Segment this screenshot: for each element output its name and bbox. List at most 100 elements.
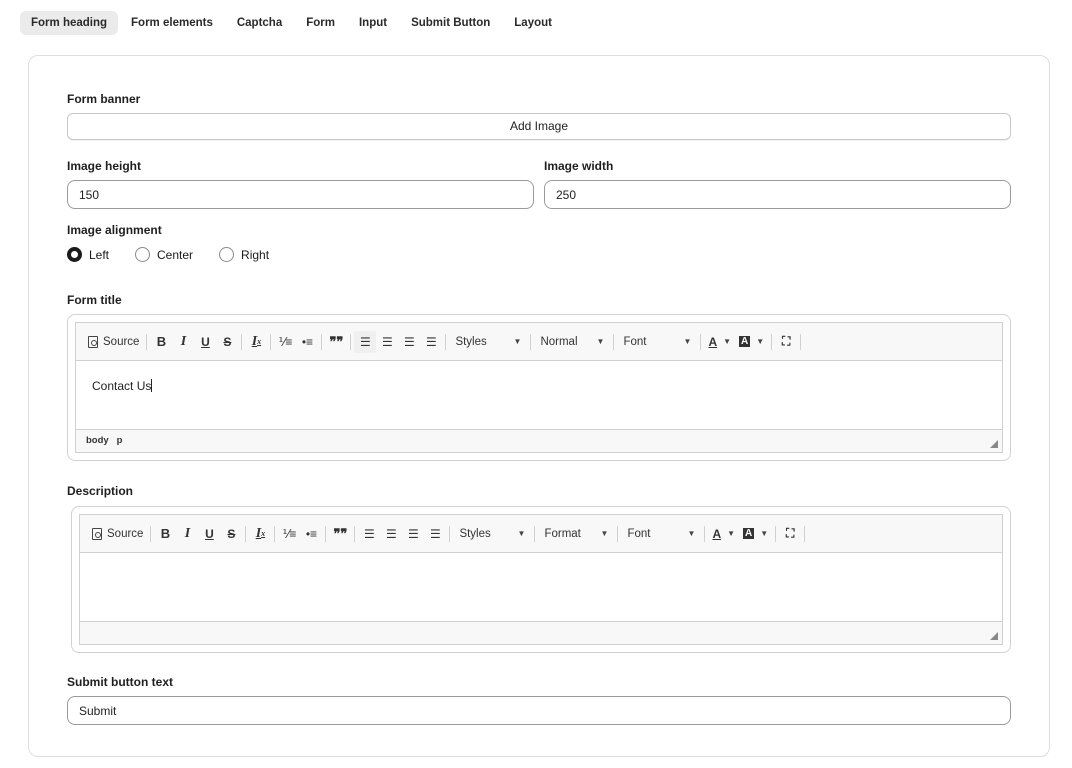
source-icon <box>88 335 98 348</box>
remove-format-button[interactable]: Ix <box>249 523 271 545</box>
radio-center[interactable]: Center <box>135 247 193 262</box>
form-title-label: Form title <box>67 293 122 307</box>
image-height-input[interactable] <box>67 180 534 209</box>
align-center-icon: ☰ <box>386 526 397 541</box>
description-content[interactable] <box>80 553 1002 623</box>
maximize-button[interactable]: ⛶ <box>775 331 797 353</box>
chevron-down-icon: ▼ <box>517 529 526 538</box>
divider <box>613 333 615 350</box>
resize-handle-icon[interactable] <box>990 440 998 448</box>
divider <box>146 333 148 350</box>
maximize-button[interactable]: ⛶ <box>779 523 801 545</box>
strikethrough-button[interactable]: S <box>220 523 242 545</box>
styles-dropdown[interactable]: Styles ▼ <box>453 523 531 545</box>
bold-button[interactable]: B <box>150 331 172 353</box>
align-left-button[interactable]: ☰ <box>358 523 380 545</box>
numbered-list-icon: ⅟≡ <box>278 334 293 349</box>
styles-dropdown[interactable]: Styles ▼ <box>449 331 527 353</box>
text-color-icon: A <box>712 526 722 541</box>
quote-icon: ❞❞ <box>333 525 348 541</box>
image-alignment-radio-group: Left Center Right <box>67 247 295 262</box>
radio-unchecked-icon[interactable] <box>135 247 151 262</box>
tab-layout[interactable]: Layout <box>503 11 563 35</box>
tab-captcha[interactable]: Captcha <box>226 11 293 35</box>
background-color-button[interactable]: A ▼ <box>735 331 768 353</box>
text-color-button[interactable]: A ▼ <box>708 523 739 545</box>
align-center-button[interactable]: ☰ <box>376 331 398 353</box>
divider <box>354 525 356 542</box>
source-button[interactable]: Source <box>88 523 147 545</box>
divider <box>800 333 802 350</box>
align-left-button[interactable]: ☰ <box>354 330 377 353</box>
italic-button[interactable]: I <box>176 523 198 545</box>
align-justify-icon: ☰ <box>426 334 437 349</box>
align-right-icon: ☰ <box>404 334 415 349</box>
source-button[interactable]: Source <box>84 331 143 353</box>
editor-path-bar <box>80 621 1002 644</box>
description-editor: Source B I U S Ix ⅟≡ •≡ ❞❞ ☰ ☰ ☰ ☰ Style… <box>79 514 1003 645</box>
background-color-icon: A <box>743 528 755 539</box>
blockquote-button[interactable]: ❞❞ <box>325 331 347 353</box>
chevron-down-icon: ▼ <box>596 337 605 346</box>
align-right-button[interactable]: ☰ <box>402 523 424 545</box>
text-color-button[interactable]: A ▼ <box>704 331 735 353</box>
strikethrough-button[interactable]: S <box>216 331 238 353</box>
text-cursor <box>151 379 153 392</box>
align-justify-button[interactable]: ☰ <box>424 523 446 545</box>
divider <box>150 525 152 542</box>
submit-text-input[interactable] <box>67 696 1011 725</box>
bold-button[interactable]: B <box>154 523 176 545</box>
image-width-input[interactable] <box>544 180 1011 209</box>
numbered-list-button[interactable]: ⅟≡ <box>278 523 300 545</box>
divider <box>700 333 702 350</box>
chevron-down-icon: ▼ <box>756 337 765 346</box>
divider <box>617 525 619 542</box>
divider <box>270 333 272 350</box>
underline-button[interactable]: U <box>198 523 220 545</box>
tab-submit-button[interactable]: Submit Button <box>400 11 501 35</box>
chevron-down-icon: ▼ <box>683 337 692 346</box>
align-center-button[interactable]: ☰ <box>380 523 402 545</box>
format-dropdown[interactable]: Format ▼ <box>538 523 614 545</box>
tab-form[interactable]: Form <box>295 11 346 35</box>
remove-format-button[interactable]: Ix <box>245 331 267 353</box>
divider <box>445 333 447 350</box>
bulleted-list-button[interactable]: •≡ <box>296 331 318 353</box>
font-dropdown[interactable]: Font ▼ <box>621 523 701 545</box>
add-image-button[interactable]: Add Image <box>67 113 1011 140</box>
radio-checked-icon[interactable] <box>67 247 82 262</box>
divider <box>804 525 806 542</box>
form-title-content[interactable]: Contact Us <box>76 361 1002 431</box>
editor-toolbar: Source B I U S Ix ⅟≡ •≡ ❞❞ ☰ ☰ ☰ ☰ Style… <box>80 515 1002 553</box>
align-left-icon: ☰ <box>360 334 371 349</box>
path-p[interactable]: p <box>117 435 123 446</box>
path-body[interactable]: body <box>86 435 109 446</box>
tab-form-heading[interactable]: Form heading <box>20 11 119 35</box>
text-color-icon: A <box>708 334 718 349</box>
radio-center-label: Center <box>157 247 194 262</box>
align-right-button[interactable]: ☰ <box>398 331 420 353</box>
background-color-button[interactable]: A ▼ <box>739 523 772 545</box>
tab-input[interactable]: Input <box>348 11 398 35</box>
radio-right-label: Right <box>241 247 270 262</box>
chevron-down-icon: ▼ <box>513 337 522 346</box>
radio-unchecked-icon[interactable] <box>219 247 235 262</box>
bulleted-list-button[interactable]: •≡ <box>300 523 322 545</box>
numbered-list-icon: ⅟≡ <box>282 526 297 541</box>
divider <box>771 333 773 350</box>
chevron-down-icon: ▼ <box>687 529 696 538</box>
numbered-list-button[interactable]: ⅟≡ <box>274 331 296 353</box>
divider <box>241 333 243 350</box>
underline-button[interactable]: U <box>194 331 216 353</box>
blockquote-button[interactable]: ❞❞ <box>329 523 351 545</box>
divider <box>325 525 327 542</box>
resize-handle-icon[interactable] <box>990 632 998 640</box>
radio-right[interactable]: Right <box>219 247 269 262</box>
italic-button[interactable]: I <box>172 331 194 353</box>
format-dropdown[interactable]: Normal ▼ <box>534 331 610 353</box>
background-color-icon: A <box>739 336 751 347</box>
align-justify-button[interactable]: ☰ <box>420 331 442 353</box>
tab-form-elements[interactable]: Form elements <box>120 11 224 35</box>
radio-left[interactable]: Left <box>67 247 109 262</box>
font-dropdown[interactable]: Font ▼ <box>617 331 697 353</box>
